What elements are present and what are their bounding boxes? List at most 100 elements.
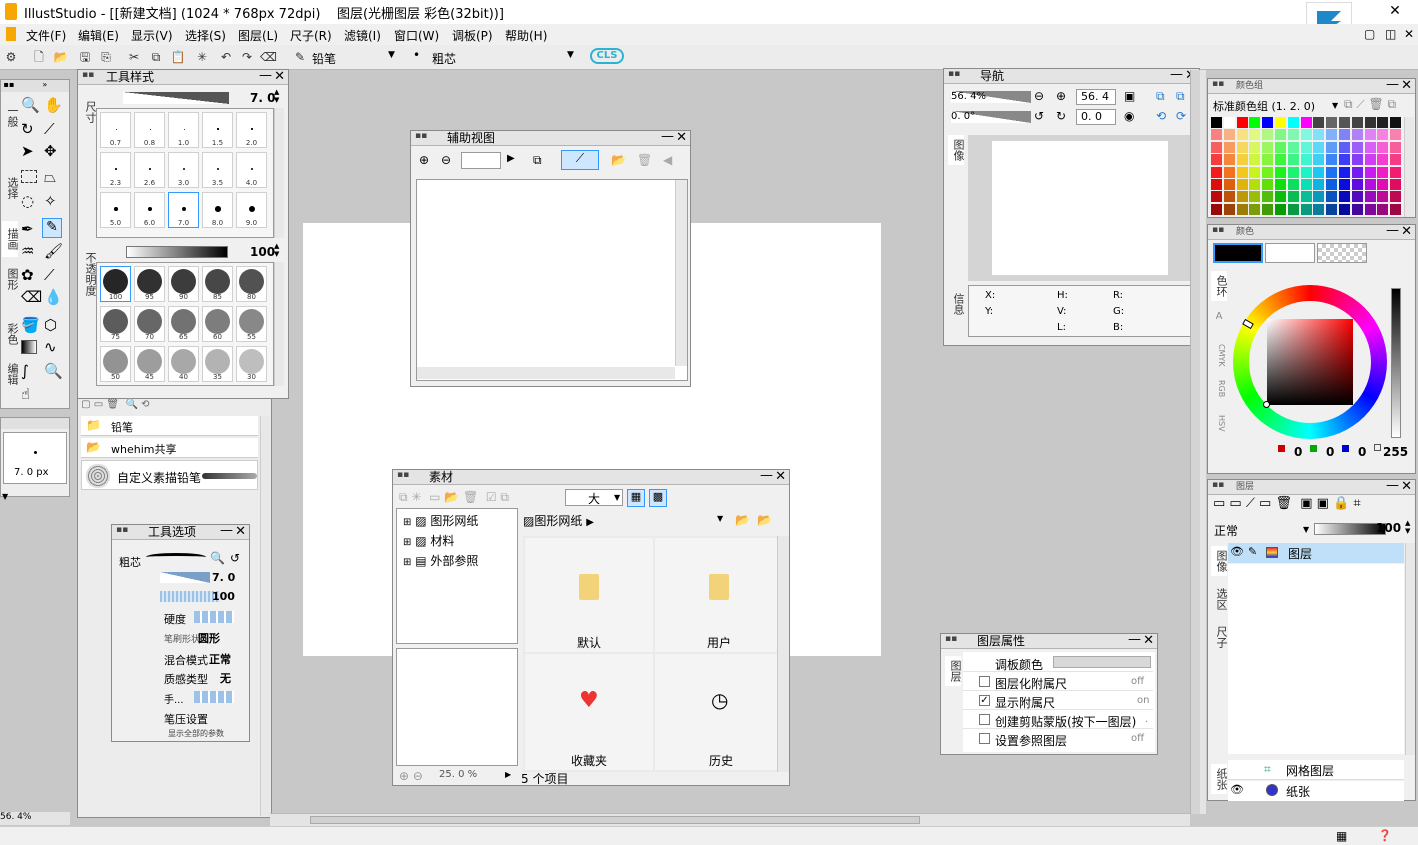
main-color-swatch[interactable] — [1213, 243, 1263, 263]
prop-row[interactable]: 创建剪贴蒙版(按下一图层) . — [963, 711, 1153, 729]
color-swatch[interactable] — [1300, 154, 1312, 166]
density-slider[interactable] — [160, 591, 220, 602]
color-swatch[interactable] — [1287, 166, 1299, 178]
color-swatch[interactable] — [1236, 154, 1248, 166]
color-swatch[interactable] — [1300, 203, 1312, 215]
color-swatch[interactable] — [1377, 129, 1389, 141]
color-swatch[interactable] — [1287, 117, 1299, 128]
color-swatch[interactable] — [1249, 141, 1261, 153]
size-value[interactable]: 7. 0 — [250, 91, 275, 105]
menu-layer[interactable]: 图层(L) — [238, 27, 278, 44]
color-swatch[interactable] — [1326, 154, 1338, 166]
tree-item[interactable]: ⊞ ▨ 材料 — [403, 532, 454, 549]
nav-zoom-input[interactable]: 56. 4 — [1076, 89, 1116, 105]
size-preset[interactable]: 6.0 — [134, 192, 165, 228]
color-swatch[interactable] — [1249, 117, 1261, 128]
hue-ring[interactable] — [1233, 285, 1387, 439]
color-swatch[interactable] — [1390, 154, 1402, 166]
mirror2-icon[interactable]: ⟳ — [1176, 109, 1186, 123]
rotate-tool-icon[interactable]: ↻ — [21, 120, 34, 138]
color-set-name[interactable]: 标准颜色组 (1. 2. 0) — [1213, 98, 1315, 114]
redo-icon[interactable]: ↷ — [239, 49, 255, 65]
minimize-button[interactable]: — — [1128, 632, 1141, 647]
list-view-icon[interactable]: ▦ — [627, 489, 645, 507]
color-swatch[interactable] — [1326, 117, 1338, 128]
opacity-preset[interactable]: 85 — [202, 266, 233, 302]
size-scrollbar[interactable] — [274, 108, 284, 238]
horizontal-scrollbar[interactable] — [270, 813, 1190, 826]
alpha-slider[interactable] — [1391, 288, 1401, 438]
size-option-slider[interactable] — [160, 572, 210, 583]
folder-up-icon[interactable]: 📂 — [735, 513, 750, 527]
color-swatch[interactable] — [1377, 117, 1389, 128]
hand-tool-icon[interactable]: ✋ — [44, 96, 63, 114]
tool-tab-color[interactable]: 彩色 — [2, 316, 19, 352]
color-swatch[interactable] — [1390, 117, 1402, 128]
size-preset[interactable]: 2.3 — [100, 152, 131, 188]
prop-row[interactable]: 设置参照图层 off — [963, 730, 1153, 748]
saturation-value-square[interactable] — [1267, 319, 1353, 405]
layer-blend-mode[interactable]: 正常 — [1214, 522, 1238, 539]
close-button[interactable]: ✕ — [775, 469, 786, 484]
color-swatch[interactable] — [1351, 117, 1363, 128]
tool-name-dropdown-icon[interactable]: ▼ — [388, 50, 395, 60]
size-preset[interactable]: 3.0 — [168, 152, 199, 188]
hue-marker[interactable] — [1242, 318, 1254, 330]
color-swatch[interactable] — [1364, 141, 1376, 153]
menu-help[interactable]: 帮助(H) — [505, 27, 547, 44]
opacity-preset[interactable]: 80 — [236, 266, 267, 302]
flip-v-icon[interactable]: ⧉ — [1176, 89, 1185, 104]
sub-view-zoom-input[interactable] — [461, 152, 501, 169]
prop-checkbox[interactable] — [979, 676, 990, 687]
color-swatch[interactable] — [1249, 191, 1261, 203]
hand-slider[interactable] — [194, 691, 234, 703]
sub-color-swatch[interactable] — [1265, 243, 1315, 263]
restore-button[interactable]: ▢ — [1364, 27, 1375, 41]
color-swatch[interactable] — [1236, 191, 1248, 203]
paste-icon[interactable]: 📋 — [170, 49, 186, 65]
color-swatch[interactable] — [1326, 129, 1338, 141]
opacity-preset[interactable]: 90 — [168, 266, 199, 302]
swatch-scrollbar[interactable] — [1404, 117, 1414, 217]
color-swatch[interactable] — [1236, 141, 1248, 153]
color-swatch[interactable] — [1364, 117, 1376, 128]
color-swatch[interactable] — [1377, 166, 1389, 178]
material-scrollbar[interactable] — [777, 536, 789, 772]
color-swatch[interactable] — [1300, 117, 1312, 128]
opacity-preset[interactable]: 45 — [134, 346, 165, 382]
opacity-tab[interactable]: 不透明度 — [80, 246, 97, 302]
color-swatch[interactable] — [1377, 179, 1389, 190]
new-folder-icon[interactable]: 📂 — [757, 513, 772, 527]
right-dock-splitter[interactable] — [1190, 70, 1200, 814]
color-swatch[interactable] — [1364, 203, 1376, 215]
color-swatch[interactable] — [1211, 117, 1222, 128]
minimize-button[interactable]: — — [1170, 67, 1183, 82]
layer-row[interactable]: ⌗ 网格图层 — [1228, 760, 1404, 780]
color-swatch[interactable] — [1223, 179, 1235, 190]
density-value[interactable]: 100 — [212, 590, 235, 603]
pressure-settings-button[interactable]: 笔压设置 — [164, 711, 208, 727]
menu-window[interactable]: 窗口(W) — [394, 27, 439, 44]
color-swatch[interactable] — [1275, 203, 1286, 215]
fill-close-icon[interactable]: ⬡ — [44, 316, 57, 334]
line-tool-icon[interactable]: ∿ — [44, 338, 57, 356]
color-swatch[interactable] — [1313, 141, 1325, 153]
right-dock-handle[interactable] — [1200, 70, 1206, 814]
eraser-tool-icon[interactable]: ⌫ — [21, 288, 42, 306]
correct-line-icon[interactable]: ∫ — [21, 362, 29, 380]
opacity-preset[interactable]: 40 — [168, 346, 199, 382]
layer-tab-ruler[interactable]: 尺子 — [1211, 622, 1228, 652]
fit-view-icon[interactable]: ⧉ — [533, 153, 542, 168]
open-folder-icon[interactable]: 📂 — [611, 153, 626, 167]
size-preset[interactable]: 3.5 — [202, 152, 233, 188]
material-size-select[interactable]: 大 ▼ — [565, 489, 623, 506]
material-item[interactable]: ♥ 收藏夹 — [525, 654, 653, 770]
color-swatch[interactable] — [1351, 191, 1363, 203]
polygon-select-icon[interactable]: ⏢ — [44, 168, 56, 186]
color-swatch[interactable] — [1364, 129, 1376, 141]
color-swatch[interactable] — [1211, 203, 1222, 215]
sv-marker[interactable] — [1263, 401, 1270, 408]
color-swatch[interactable] — [1390, 129, 1402, 141]
layer-toolbar-icons[interactable]: ▭ ▭ ⟋ ▭ 🗑 ▣ ▣ 🔒 ⌗ — [1213, 496, 1361, 511]
color-swatch[interactable] — [1313, 129, 1325, 141]
